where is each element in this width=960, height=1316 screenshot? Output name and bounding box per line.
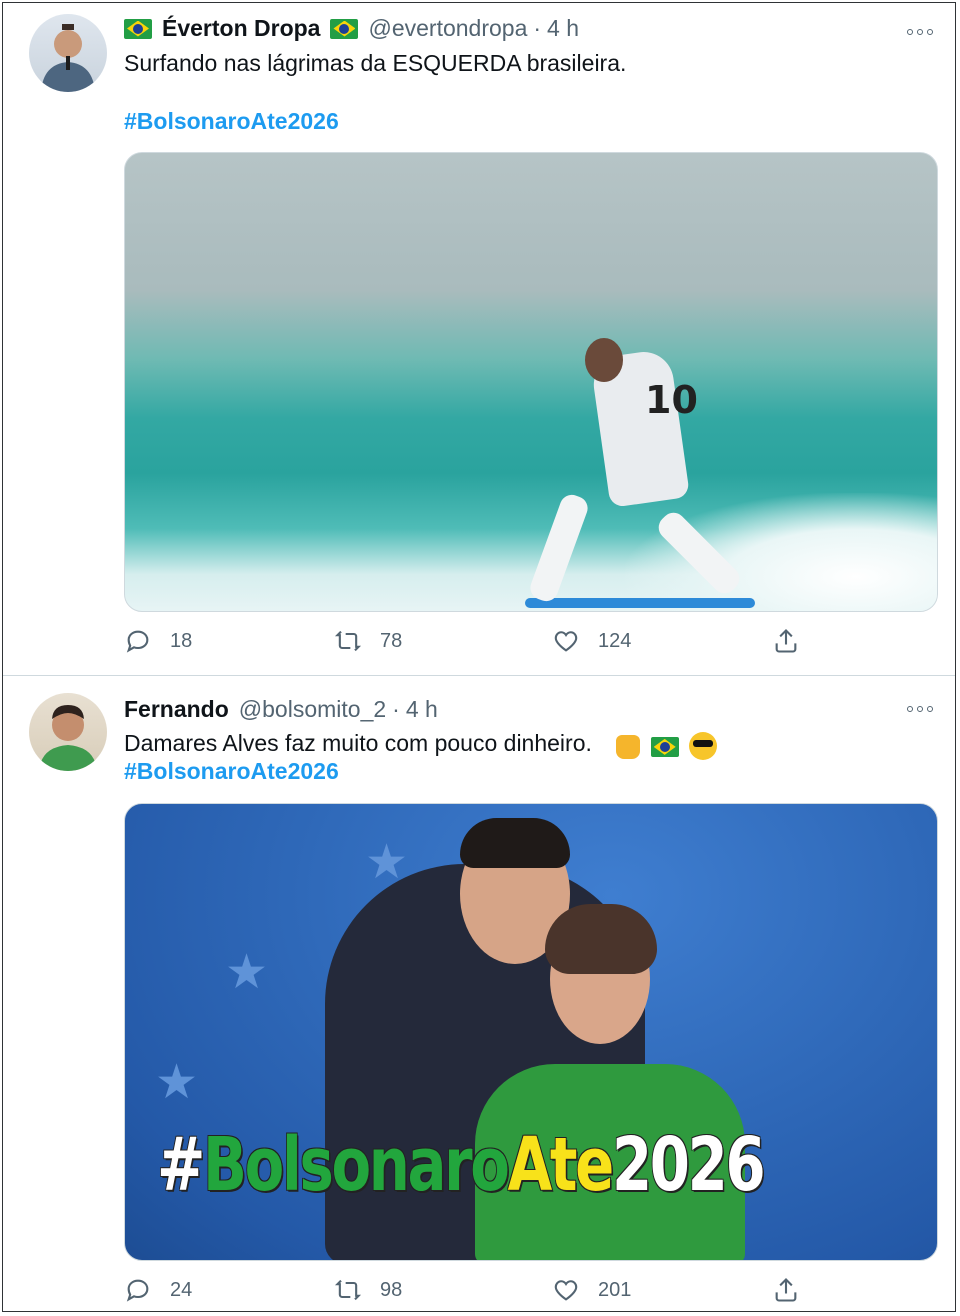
tweet[interactable]: Fernando @bolsomito_2 · 4 h Damares Alve… [3,676,955,1312]
overlay-yellow: Ate [507,1122,615,1208]
overlay-green: Bolsonaro [203,1122,510,1208]
tweet-text: Surfando nas lágrimas da ESQUERDA brasil… [124,50,627,76]
brazil-flag-icon [124,18,152,39]
timestamp[interactable]: 4 h [547,15,579,42]
author-name[interactable]: Fernando [124,696,229,723]
reply-icon [126,630,149,653]
hashtag-link[interactable]: #BolsonaroAte2026 [124,108,339,135]
reply-count: 24 [170,1278,193,1301]
tweet[interactable]: Éverton Dropa @evertondropa · 4 h Surfan… [3,3,955,676]
like-count: 124 [598,629,632,652]
surfer-leg [527,491,591,605]
more-icon[interactable] [907,27,933,37]
retweet-count: 78 [380,629,403,652]
overlay-hash: # [157,1122,205,1208]
hashtag-link[interactable]: #BolsonaroAte2026 [124,758,339,785]
avatar[interactable] [29,693,107,771]
like-count: 201 [598,1278,632,1301]
avatar[interactable] [29,14,107,92]
tweet-actions: 18 78 124 [124,627,824,659]
separator: · [533,15,542,41]
timestamp[interactable]: 4 h [406,696,438,723]
person-hair [460,818,570,868]
reply-icon [126,1279,149,1302]
star-decoration: ★ [155,1054,199,1110]
sunglasses-face-icon [689,729,718,761]
author-name[interactable]: Éverton Dropa [162,15,320,42]
retweet-button[interactable]: 78 [334,627,402,655]
reply-button[interactable]: 18 [124,627,192,655]
like-icon [554,1280,578,1301]
separator: · [392,696,400,722]
retweet-button[interactable]: 98 [334,1276,402,1304]
author-handle[interactable]: @evertondropa [368,15,527,42]
star-decoration: ★ [225,944,269,1000]
retweet-count: 98 [380,1278,403,1301]
tweet-media[interactable]: 10 [124,152,938,612]
like-icon [554,631,578,652]
brazil-flag-icon [650,730,679,760]
jersey-number: 10 [645,378,698,422]
surfer-head [585,338,623,382]
like-button[interactable]: 124 [552,627,631,655]
reply-button[interactable]: 24 [124,1276,192,1304]
tweet-media[interactable]: ★ ★ ★ #BolsonaroAte2026 [124,803,938,1261]
retweet-icon [334,630,362,652]
timeline: Éverton Dropa @evertondropa · 4 h Surfan… [2,2,956,1312]
thumbs-up-icon [616,730,641,760]
tweet-header: Fernando @bolsomito_2 · 4 h [124,696,438,723]
share-icon [775,1278,797,1302]
share-icon [775,629,797,653]
person-hair [545,904,657,974]
retweet-icon [334,1279,362,1301]
tweet-text-line: Damares Alves faz muito com pouco dinhei… [124,728,718,761]
more-icon[interactable] [907,704,933,714]
brazil-flag-icon [330,18,359,39]
tweet-text: Damares Alves faz muito com pouco dinhei… [124,730,592,756]
wave-foam [625,493,937,611]
author-handle[interactable]: @bolsomito_2 [239,696,386,723]
tweet-actions: 24 98 201 [124,1276,824,1308]
reply-count: 18 [170,629,193,652]
like-button[interactable]: 201 [552,1276,631,1304]
share-button[interactable] [772,627,818,655]
tweet-header: Éverton Dropa @evertondropa · 4 h [124,15,579,42]
surfboard [525,598,755,608]
share-button[interactable] [772,1276,818,1304]
overlay-white: 2026 [611,1122,766,1208]
overlay-hashtag: #BolsonaroAte2026 [157,1122,766,1208]
